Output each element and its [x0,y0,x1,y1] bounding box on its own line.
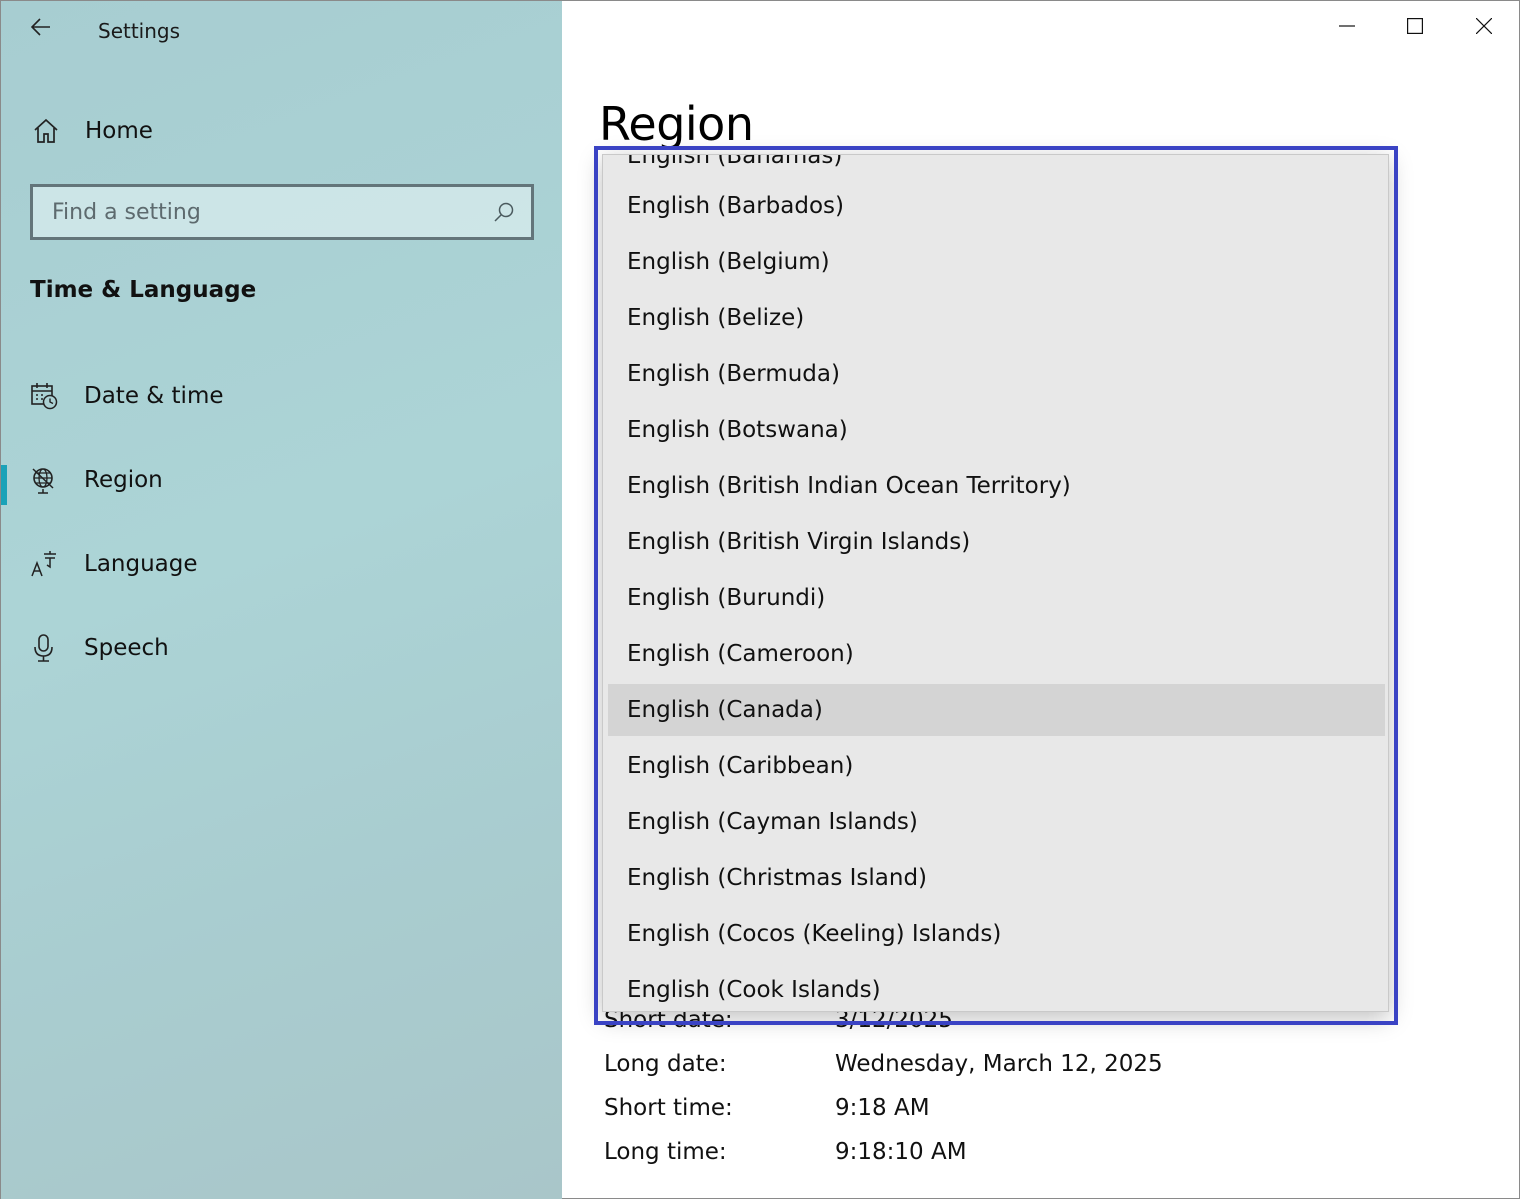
dropdown-item-selected[interactable]: English (Canada) [608,684,1385,736]
language-icon [29,549,59,579]
sidebar-item-label: Speech [84,635,169,661]
maximize-icon [1407,18,1423,34]
format-key: Long time: [604,1139,727,1165]
page-title: Region [599,97,754,151]
minimize-button[interactable] [1313,1,1381,51]
sidebar-item-label: Language [84,551,198,577]
home-label: Home [85,118,153,144]
dropdown-item[interactable]: English (Botswana) [608,404,1385,456]
close-button[interactable] [1450,1,1518,51]
dropdown-item[interactable]: English (British Indian Ocean Territory) [608,460,1385,512]
microphone-icon [29,633,59,663]
settings-window: Settings Home Time & Language [0,0,1520,1199]
dropdown-item[interactable]: English (Cocos (Keeling) Islands) [608,908,1385,960]
format-value: 9:18 AM [835,1095,930,1121]
search-icon[interactable] [489,197,519,227]
sidebar-item-label: Region [84,467,163,493]
sidebar-item-region[interactable]: Region [1,450,562,510]
dropdown-item[interactable]: English (Cameroon) [608,628,1385,680]
dropdown-item[interactable]: English (British Virgin Islands) [608,516,1385,568]
minimize-icon [1339,25,1355,27]
sidebar-item-date-time[interactable]: Date & time [1,366,562,426]
home-nav-item[interactable]: Home [29,109,529,153]
back-button[interactable] [21,9,61,45]
back-arrow-icon [31,18,50,36]
dropdown-item[interactable]: English (Christmas Island) [608,852,1385,904]
calendar-clock-icon [29,381,59,411]
format-value: Wednesday, March 12, 2025 [835,1051,1163,1077]
search-input[interactable] [33,187,489,237]
format-row-short-date: Short date: 3/12/2025 [604,1007,1404,1043]
format-key: Short time: [604,1095,733,1121]
app-title: Settings [98,19,181,43]
format-row-long-time: Long time: 9:18:10 AM [604,1139,1404,1175]
home-icon [29,114,63,148]
sidebar-item-language[interactable]: Language [1,534,562,594]
format-row-short-time: Short time: 9:18 AM [604,1095,1404,1131]
dropdown-item[interactable]: English (Bahamas) [608,155,1385,182]
dropdown-item[interactable]: English (Barbados) [608,180,1385,232]
dropdown-item[interactable]: English (Caribbean) [608,740,1385,792]
sidebar-item-label: Date & time [84,383,224,409]
dropdown-item[interactable]: English (Cook Islands) [608,964,1385,1011]
format-value: 9:18:10 AM [835,1139,967,1165]
region-dropdown-list[interactable]: English (Bahamas) English (Barbados) Eng… [602,154,1389,1012]
maximize-button[interactable] [1381,1,1449,51]
sidebar-item-speech[interactable]: Speech [1,618,562,678]
dropdown-item[interactable]: English (Belgium) [608,236,1385,288]
section-title: Time & Language [30,277,257,303]
selected-indicator [1,465,7,505]
dropdown-item[interactable]: English (Belize) [608,292,1385,344]
dropdown-item[interactable]: English (Bermuda) [608,348,1385,400]
close-icon [1476,18,1492,34]
dropdown-item[interactable]: English (Cayman Islands) [608,796,1385,848]
dropdown-item[interactable]: English (Burundi) [608,572,1385,624]
format-row-long-date: Long date: Wednesday, March 12, 2025 [604,1051,1404,1087]
format-key: Long date: [604,1051,727,1077]
search-box[interactable] [30,184,534,240]
sidebar: Settings Home Time & Language [1,1,562,1199]
globe-icon [29,465,59,495]
